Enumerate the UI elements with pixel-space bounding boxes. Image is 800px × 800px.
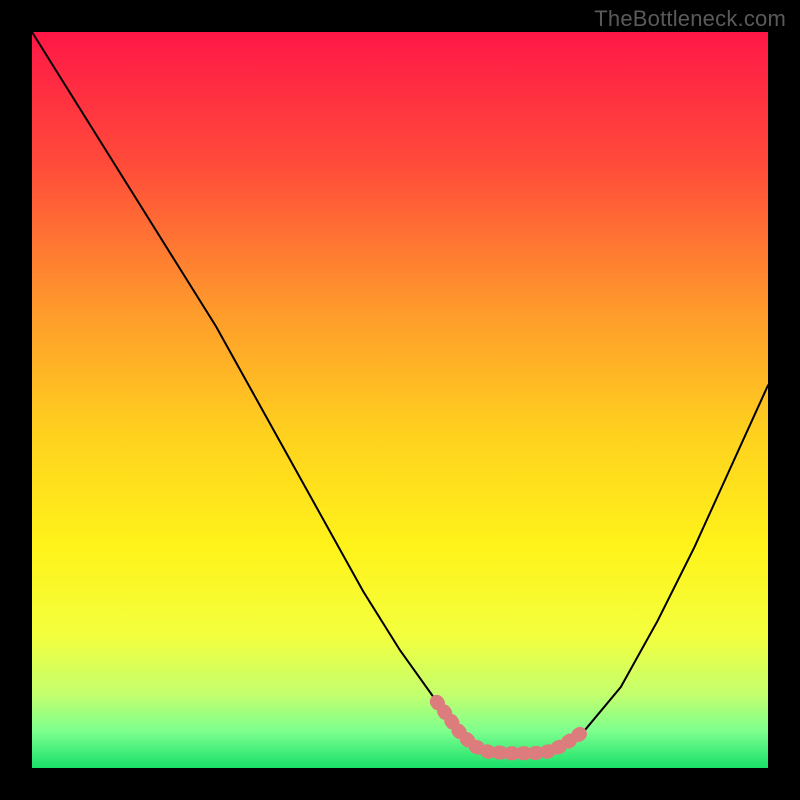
watermark-text: TheBottleneck.com — [594, 6, 786, 32]
highlight-layer — [32, 32, 768, 768]
chart-stage: TheBottleneck.com — [0, 0, 800, 800]
optimal-band-highlight — [437, 702, 584, 754]
plot-area — [32, 32, 768, 768]
